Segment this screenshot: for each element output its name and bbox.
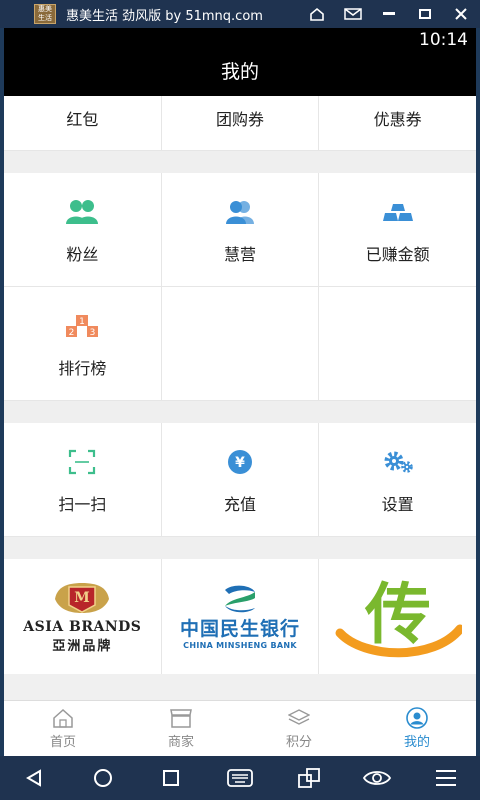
fans-label: 粉丝 xyxy=(66,244,99,264)
maximize-button[interactable] xyxy=(412,4,438,24)
huiying-label: 慧营 xyxy=(224,244,257,264)
empty-cell xyxy=(162,287,320,400)
scan-icon xyxy=(68,445,96,479)
recharge-item[interactable]: ¥ 充值 xyxy=(162,423,320,536)
settings-label: 设置 xyxy=(381,494,414,514)
scan-item[interactable]: 扫一扫 xyxy=(4,423,162,536)
minimize-button[interactable] xyxy=(376,4,402,24)
keyboard-icon[interactable] xyxy=(220,762,260,794)
asia-brands-cn: 亞洲品牌 xyxy=(52,639,113,654)
tab-home[interactable]: 首页 xyxy=(4,701,122,756)
asia-brands-emblem: M xyxy=(55,583,110,613)
tab-points-label: 积分 xyxy=(285,735,312,750)
hongbao-item[interactable]: 红包 xyxy=(4,96,162,150)
scan-label: 扫一扫 xyxy=(58,494,107,514)
rank-2-badge: 2 xyxy=(69,328,75,338)
profile-icon xyxy=(406,707,428,729)
menu-row-3: 扫一扫 ¥ 充值 设置 xyxy=(4,423,476,537)
store-icon xyxy=(169,707,193,729)
ranking-label: 排行榜 xyxy=(58,358,107,378)
tab-mine-label: 我的 xyxy=(403,735,430,750)
empty-cell xyxy=(319,287,476,400)
yen-symbol: ¥ xyxy=(235,455,245,471)
window-title: 惠美生活 劲风版 by 51mnq.com xyxy=(66,8,263,24)
menu-icon[interactable] xyxy=(426,762,466,794)
recent-apps-icon[interactable] xyxy=(151,762,191,794)
layers-icon xyxy=(288,707,310,729)
app-header: 我的 xyxy=(4,52,476,96)
asia-brands-name: ASIA BRANDS xyxy=(23,619,142,635)
menu-row-1: 粉丝 慧营 已赚金额 xyxy=(4,173,476,287)
coupon-row: 红包 团购券 优惠券 xyxy=(4,96,476,151)
fans-item[interactable]: 粉丝 xyxy=(4,173,162,286)
recharge-label: 充值 xyxy=(224,494,257,514)
asia-emblem-letter: M xyxy=(75,590,91,606)
minsheng-bank-logo[interactable]: 中国民生银行 CHINA MINSHENG BANK xyxy=(162,559,320,674)
yen-icon: ¥ xyxy=(226,445,254,479)
screen-rotate-icon[interactable] xyxy=(289,762,329,794)
settings-item[interactable]: 设置 xyxy=(319,423,476,536)
chuan-emblem: 传 xyxy=(335,576,462,657)
fans-icon xyxy=(64,195,100,229)
rank-1-badge: 1 xyxy=(79,317,85,327)
chuan-logo[interactable]: 传 xyxy=(319,559,476,674)
earned-amount-label: 已赚金额 xyxy=(365,244,430,264)
tab-merchants[interactable]: 商家 xyxy=(122,701,240,756)
group-coupon-item[interactable]: 团购券 xyxy=(162,96,320,150)
discount-coupon-label: 优惠券 xyxy=(373,110,422,129)
app-logo: 惠美生活 xyxy=(34,4,56,24)
minsheng-bank-cn: 中国民生银行 xyxy=(180,617,301,640)
asia-brands-logo[interactable]: M ASIA BRANDS 亞洲品牌 xyxy=(4,559,162,674)
window-titlebar: 惠美生活 惠美生活 劲风版 by 51mnq.com xyxy=(0,0,480,28)
mail-icon[interactable] xyxy=(340,4,366,24)
eye-icon[interactable] xyxy=(357,762,397,794)
home-window-icon[interactable] xyxy=(304,4,330,24)
hongbao-label: 红包 xyxy=(66,110,99,129)
gold-bars-icon xyxy=(380,195,416,229)
phone-screen: 10:14 我的 红包 团购券 优惠券 粉丝 慧营 已赚金额 1 2 3 排行榜… xyxy=(4,28,476,756)
back-icon[interactable] xyxy=(14,762,54,794)
section-divider xyxy=(4,537,476,559)
tab-points[interactable]: 积分 xyxy=(240,701,358,756)
home-icon xyxy=(52,707,74,729)
ranking-podium-icon: 1 2 3 xyxy=(65,309,99,343)
status-bar: 10:14 xyxy=(4,28,476,52)
group-coupon-label: 团购券 xyxy=(216,110,265,129)
home-nav-icon[interactable] xyxy=(83,762,123,794)
bottom-tab-bar: 首页 商家 积分 我的 xyxy=(4,700,476,756)
chuan-text: 传 xyxy=(364,576,431,653)
brand-row: M ASIA BRANDS 亞洲品牌 中国民生银行 CHINA MINSHENG… xyxy=(4,559,476,674)
section-divider xyxy=(4,151,476,173)
users-icon xyxy=(222,195,258,229)
tab-merchants-label: 商家 xyxy=(167,735,194,750)
discount-coupon-item[interactable]: 优惠券 xyxy=(319,96,476,150)
minsheng-emblem xyxy=(225,585,255,612)
status-time: 10:14 xyxy=(419,30,468,50)
huiying-item[interactable]: 慧营 xyxy=(162,173,320,286)
section-divider xyxy=(4,401,476,423)
tab-mine[interactable]: 我的 xyxy=(358,701,476,756)
rank-3-badge: 3 xyxy=(90,328,96,338)
android-navbar xyxy=(0,756,480,800)
menu-row-2: 1 2 3 排行榜 xyxy=(4,287,476,401)
tab-home-label: 首页 xyxy=(49,735,76,750)
close-button[interactable] xyxy=(448,4,474,24)
emulator-frame: 惠美生活 惠美生活 劲风版 by 51mnq.com 10:14 我的 红包 团… xyxy=(0,0,480,800)
ranking-item[interactable]: 1 2 3 排行榜 xyxy=(4,287,162,400)
minsheng-bank-en: CHINA MINSHENG BANK xyxy=(183,640,297,650)
earned-amount-item[interactable]: 已赚金额 xyxy=(319,173,476,286)
page-title: 我的 xyxy=(220,61,259,83)
gears-icon xyxy=(381,445,415,479)
